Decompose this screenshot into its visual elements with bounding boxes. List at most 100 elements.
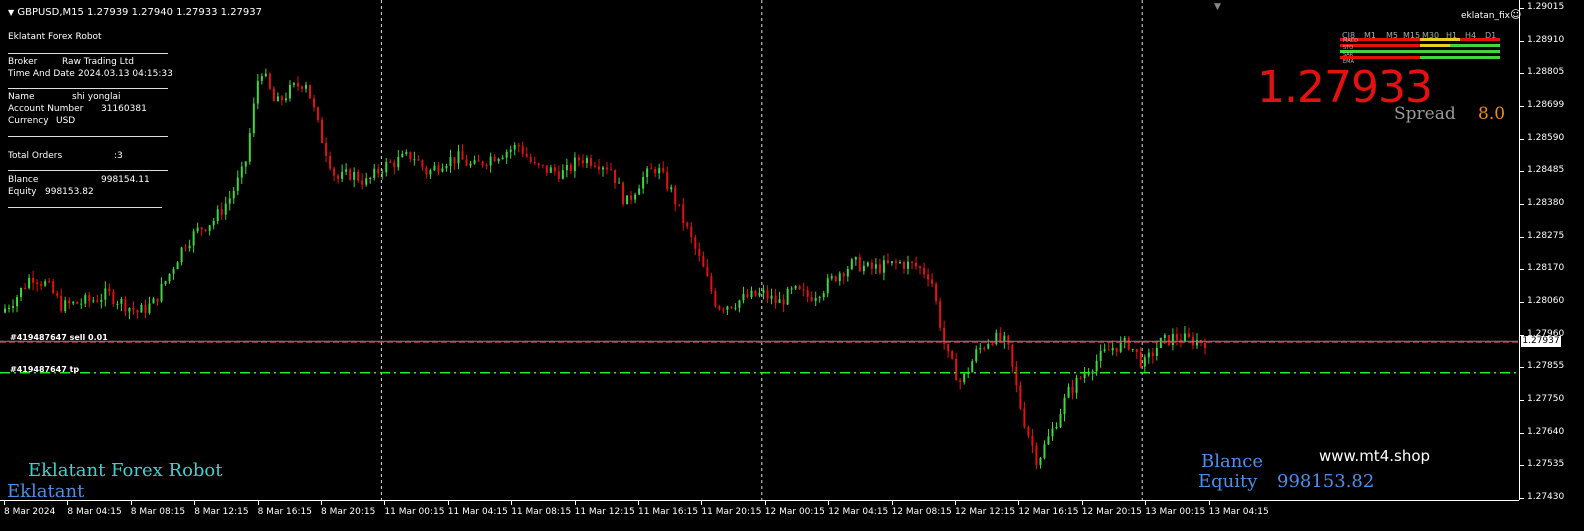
- candle-body: [493, 156, 496, 162]
- candle-body: [4, 308, 6, 313]
- candle-body: [975, 349, 978, 362]
- candle-body: [638, 188, 641, 195]
- candle-body: [1047, 436, 1050, 445]
- short-name-text: Eklatant: [7, 481, 85, 502]
- candle-body: [1043, 444, 1046, 459]
- time-tick: [638, 500, 639, 505]
- candle-body: [798, 285, 801, 290]
- candle-body: [20, 288, 23, 298]
- candle-body: [365, 178, 368, 185]
- candle-body: [1143, 357, 1146, 367]
- candle-body: [935, 283, 938, 302]
- candle-body: [782, 299, 785, 305]
- candle-body: [168, 273, 171, 282]
- candle-body: [473, 160, 476, 164]
- candle-body: [830, 276, 833, 279]
- candle-body: [413, 159, 416, 161]
- candle-body: [84, 295, 87, 304]
- candle-body: [1167, 335, 1170, 346]
- price-tick-label: 1.27640: [1527, 426, 1565, 437]
- candle-body: [678, 204, 681, 206]
- candle-body: [152, 298, 155, 304]
- candle-body: [525, 154, 528, 157]
- candle-body: [477, 160, 480, 162]
- candle-body: [573, 157, 576, 172]
- candle-body: [886, 260, 889, 264]
- candle-body: [1187, 333, 1190, 337]
- candle-body: [694, 237, 697, 249]
- info-title: Eklatant Forex Robot: [8, 32, 102, 42]
- scroll-marker-icon[interactable]: ▼: [1214, 2, 1221, 12]
- price-tick: [1519, 106, 1524, 107]
- name-value: shi yonglai: [72, 92, 121, 102]
- price-tick-label: 1.28380: [1527, 198, 1565, 208]
- candle-body: [850, 259, 853, 270]
- candle-body: [1095, 360, 1098, 372]
- candle-body: [28, 277, 31, 289]
- candle-body: [927, 274, 930, 280]
- candle-body: [999, 332, 1002, 342]
- candle-body: [866, 262, 869, 266]
- candle-body: [670, 187, 673, 190]
- time-tick-label: 8 Mar 08:15: [130, 507, 186, 517]
- candle-body: [939, 301, 942, 328]
- time-tick-label: 12 Mar 20:15: [1081, 507, 1142, 517]
- candle-body: [814, 297, 817, 301]
- candle-body: [56, 293, 59, 296]
- candle-body: [337, 175, 340, 179]
- candle-body: [862, 265, 865, 272]
- candle-body: [674, 187, 677, 205]
- time-tick-label: 12 Mar 04:15: [828, 507, 889, 517]
- time-tick: [257, 500, 259, 505]
- candle-body: [192, 231, 195, 246]
- price-tick-label: 1.27535: [1527, 459, 1565, 470]
- candle-body: [569, 164, 572, 172]
- candle-body: [132, 308, 135, 311]
- candle-body: [790, 288, 793, 290]
- candle-body: [919, 266, 922, 269]
- branding-equity-label: Equity: [1198, 471, 1258, 492]
- candle-body: [497, 158, 500, 162]
- time-tick: [1208, 500, 1210, 505]
- time-tick-label: 8 Mar 04:15: [67, 507, 122, 517]
- candle-body: [212, 221, 215, 226]
- equity-value: 998153.82: [45, 187, 94, 197]
- candle-body: [88, 295, 91, 301]
- candle-body: [52, 281, 55, 294]
- time-tick: [701, 500, 703, 505]
- tp-order-label[interactable]: #419487647 tp: [10, 365, 79, 374]
- strength-bar-segment: [1450, 44, 1500, 47]
- price-tick-label: 1.28170: [1527, 263, 1565, 274]
- candle-body: [902, 262, 905, 269]
- candle-body: [124, 299, 127, 312]
- candle-body: [200, 227, 203, 230]
- candle-body: [1171, 334, 1174, 346]
- time-tick: [891, 500, 893, 505]
- candle-body: [292, 83, 295, 85]
- candle-body: [505, 151, 508, 158]
- candle-body: [260, 76, 263, 81]
- price-tick: [1519, 432, 1524, 434]
- candle-body: [593, 165, 596, 167]
- candle-body: [1059, 414, 1062, 428]
- candle-body: [654, 169, 657, 174]
- price-tick: [1519, 236, 1524, 238]
- candle-body: [280, 96, 283, 101]
- chart-area[interactable]: ▼ GBPUSD,M15 1.27939 1.27940 1.27933 1.2…: [0, 0, 1521, 502]
- candle-body: [911, 261, 914, 263]
- candle-body: [894, 261, 897, 263]
- ea-label[interactable]: eklatan_fix☺: [1461, 8, 1521, 21]
- candle-body: [461, 151, 464, 160]
- website-text[interactable]: www.mt4.shop: [1319, 447, 1430, 465]
- candle-body: [1063, 397, 1066, 415]
- sell-order-label[interactable]: #419487647 sell 0.01: [10, 333, 108, 342]
- candle-body: [537, 163, 540, 165]
- branding-balance-label: Blance: [1201, 451, 1264, 472]
- time-tick: [321, 500, 322, 505]
- candle-body: [1103, 349, 1106, 351]
- candle-body: [284, 98, 287, 101]
- spread-label: Spread: [1394, 104, 1456, 124]
- collapse-triangle-icon[interactable]: ▼: [8, 8, 14, 17]
- order-lines[interactable]: [0, 340, 1518, 374]
- candle-body: [244, 161, 247, 167]
